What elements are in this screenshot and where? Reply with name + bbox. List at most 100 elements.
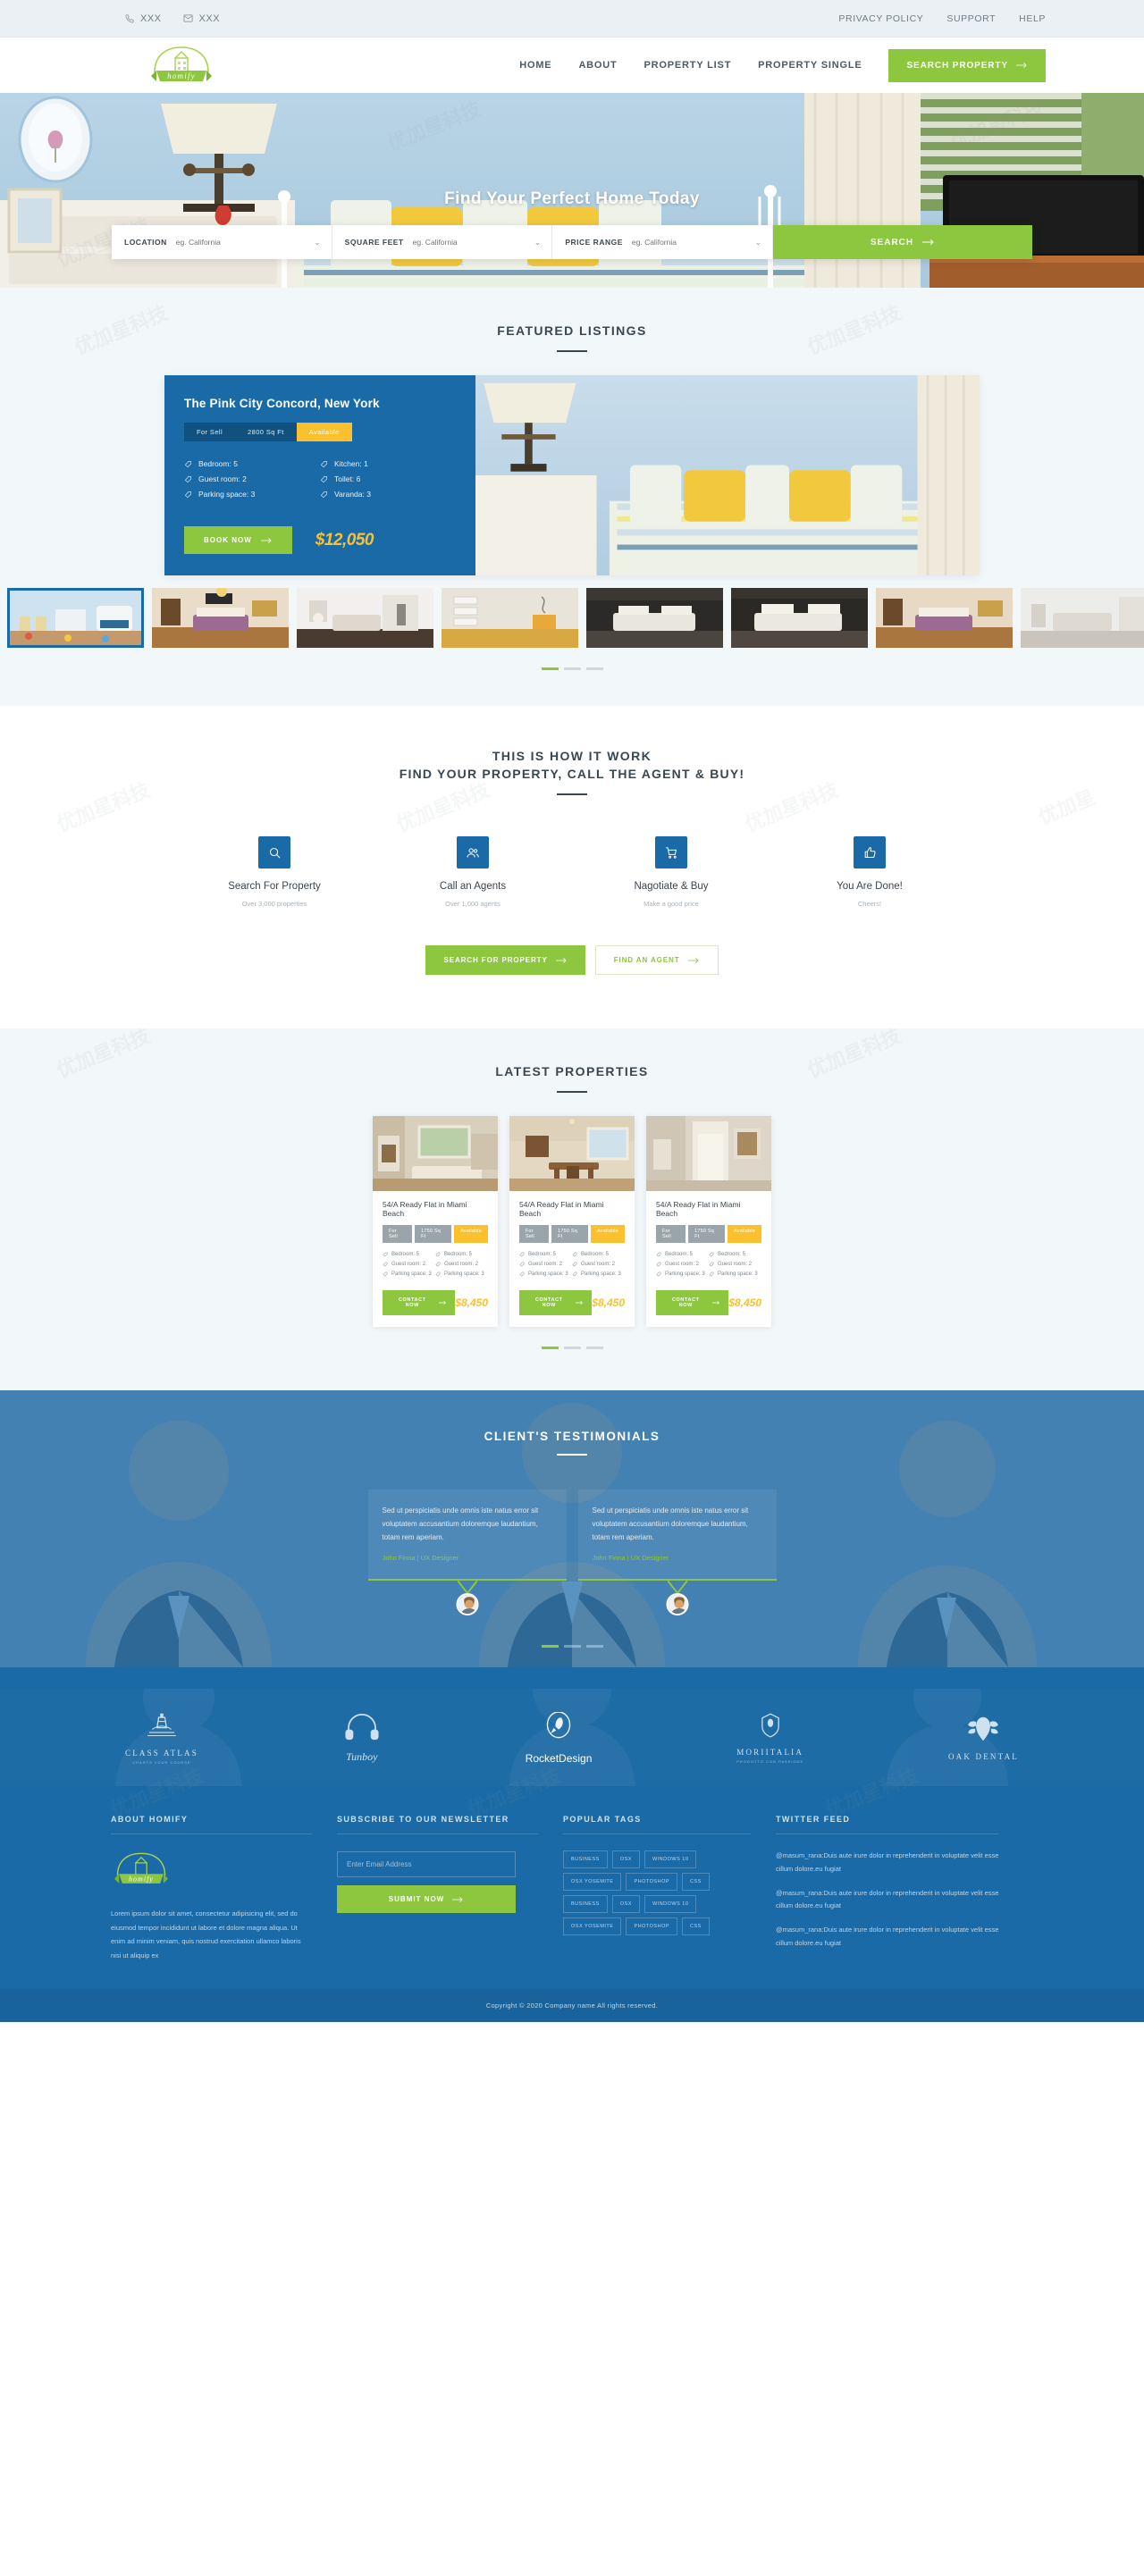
tag-item[interactable]: OSX (611, 1895, 640, 1914)
brand-class-atlas[interactable]: CLASS ATLAS CHARTS YOUR COURSE (125, 1712, 198, 1765)
pagination-dot[interactable] (585, 1347, 603, 1349)
property-card[interactable]: 54/A Ready Flat in Miami Beach For Sell … (646, 1116, 771, 1327)
pagination-dot[interactable] (541, 667, 559, 670)
how-it-works-title: THIS IS HOW IT WORK (492, 749, 652, 763)
link-privacy-policy[interactable]: PRIVACY POLICY (838, 13, 923, 24)
search-input-square-feet[interactable] (412, 238, 540, 247)
tag-item[interactable]: PHOTOSHOP (626, 1917, 678, 1936)
thumbnail-item[interactable] (7, 588, 144, 648)
nav-home[interactable]: HOME (519, 60, 551, 71)
book-now-label: BOOK NOW (204, 536, 252, 544)
tweet-item[interactable]: @masum_rana:Duis aute irure dolor in rep… (776, 1850, 999, 1875)
contact-now-button[interactable]: CONTACT NOW (383, 1290, 456, 1315)
thumbnail-item[interactable] (731, 588, 868, 648)
link-help[interactable]: HELP (1019, 13, 1046, 24)
property-name: 54/A Ready Flat in Miami Beach (656, 1200, 741, 1218)
tag-icon (435, 1252, 441, 1257)
featured-listing-name: The Pink City Concord, New York (184, 397, 380, 410)
tag-item[interactable]: WINDOWS 10 (644, 1895, 697, 1914)
pagination-dot[interactable] (563, 1645, 581, 1649)
spec-bedroom: Bedroom: 5 (435, 1252, 488, 1257)
step-title: You Are Done! (837, 881, 903, 892)
book-now-button[interactable]: BOOK NOW (184, 526, 292, 554)
featured-pills: For Sell 2800 Sq Ft Available (184, 423, 456, 441)
tag-item[interactable]: BUSINESS (563, 1850, 608, 1869)
topbar-phone[interactable]: XXX (125, 13, 162, 24)
logo[interactable]: homify (132, 42, 231, 88)
contact-now-button[interactable]: CONTACT NOW (656, 1290, 729, 1315)
topbar-email[interactable]: XXX (183, 13, 221, 24)
brand-tunboy[interactable]: Tunboy (343, 1713, 381, 1764)
contact-now-button[interactable]: CONTACT NOW (519, 1290, 593, 1315)
brand-moriitalia[interactable]: MORIITALIA PRODOTTO CON PASSIONE (736, 1713, 803, 1764)
spec-bedroom: Bedroom: 5 (184, 459, 320, 468)
newsletter-email-input[interactable] (337, 1851, 516, 1878)
testimonials-section: CLIENT'S TESTIMONIALS Sed ut perspiciati… (0, 1390, 1144, 1690)
arrow-right-icon (575, 1301, 583, 1305)
thumbnail-item[interactable] (152, 588, 289, 648)
pagination-dot[interactable] (585, 667, 603, 670)
copyright-bar: Copyright © 2020 Company name All rights… (0, 1988, 1144, 2022)
property-card[interactable]: 54/A Ready Flat in Miami Beach For Sell … (509, 1116, 635, 1327)
search-property-button[interactable]: SEARCH PROPERTY (888, 48, 1046, 82)
spec-guest-room: Guest room: 2 (572, 1262, 625, 1267)
tag-icon (184, 460, 191, 467)
pagination-dot[interactable] (585, 1645, 603, 1649)
search-field-square-feet[interactable]: SQUARE FEET ⌄ (332, 225, 553, 259)
thumbnail-item[interactable] (586, 588, 723, 648)
search-field-location[interactable]: LOCATION ⌄ (112, 225, 332, 259)
step-title: Nagotiate & Buy (634, 881, 709, 892)
tag-icon (572, 1252, 577, 1257)
find-an-agent-button[interactable]: FIND AN AGENT (594, 945, 719, 975)
property-photo (373, 1116, 498, 1191)
spec-parking-space: Parking space: 3 (656, 1271, 709, 1277)
nav-property-single[interactable]: PROPERTY SINGLE (758, 60, 862, 71)
property-body: 54/A Ready Flat in Miami Beach For Sell … (509, 1191, 635, 1327)
pill-for-sell: For Sell (656, 1225, 686, 1243)
tag-item[interactable]: OSX YOSEMITE (563, 1873, 622, 1892)
tweet-item[interactable]: @masum_rana:Duis aute irure dolor in rep… (776, 1924, 999, 1950)
search-input-price-range[interactable] (631, 238, 761, 247)
footer-logo[interactable]: homify (111, 1849, 312, 1894)
thumbnail-item[interactable] (1021, 588, 1144, 648)
property-card[interactable]: 54/A Ready Flat in Miami Beach For Sell … (373, 1116, 498, 1327)
tag-item[interactable]: OSX YOSEMITE (563, 1917, 622, 1936)
spec-bedroom: Bedroom: 5 (519, 1252, 572, 1257)
arrow-right-icon (438, 1301, 446, 1305)
hero-section: 优加星科技 优加星科技 优加星科技 Find Your Perfect Home… (0, 93, 1144, 288)
tag-item[interactable]: CSS (682, 1917, 710, 1936)
pagination-dot[interactable] (563, 667, 581, 670)
spec-parking-space: Parking space: 3 (519, 1271, 572, 1277)
submit-now-label: SUBMIT NOW (388, 1895, 445, 1904)
submit-now-button[interactable]: SUBMIT NOW (337, 1885, 516, 1914)
tag-icon (383, 1262, 388, 1267)
thumbnail-item[interactable] (442, 588, 578, 648)
tag-item[interactable]: BUSINESS (563, 1895, 608, 1914)
footer-twitter-column: TWITTER FEED @masum_rana:Duis aute irure… (776, 1815, 999, 1962)
nav-property-list[interactable]: PROPERTY LIST (644, 60, 732, 71)
tag-item[interactable]: WINDOWS 10 (644, 1850, 697, 1869)
tag-item[interactable]: OSX (611, 1850, 640, 1869)
hero-search-button[interactable]: SEARCH (773, 225, 1033, 259)
thumbnail-item[interactable] (297, 588, 433, 648)
property-footer: CONTACT NOW $8,450 (383, 1290, 488, 1315)
thumbnail-item[interactable] (876, 588, 1013, 648)
tag-item[interactable]: PHOTOSHOP (626, 1873, 678, 1892)
testimonial-item: Sed ut perspiciatis unde omnis iste natu… (577, 1489, 777, 1616)
link-support[interactable]: SUPPORT (946, 13, 996, 24)
pagination-dot[interactable] (541, 1347, 559, 1349)
spec-parking-space: Parking space: 3 (184, 490, 320, 499)
brand-rocketdesign[interactable]: RocketDesign (526, 1711, 592, 1765)
search-input-location[interactable] (175, 238, 319, 247)
pagination-dot[interactable] (541, 1645, 559, 1649)
nav-about[interactable]: ABOUT (578, 60, 617, 71)
search-field-price-range[interactable]: PRICE RANGE ⌄ (552, 225, 774, 259)
brand-oak-dental[interactable]: OAK DENTAL (948, 1716, 1019, 1761)
chevron-down-icon: ⌄ (314, 237, 321, 247)
tag-item[interactable]: CSS (682, 1873, 710, 1892)
pagination-dot[interactable] (563, 1347, 581, 1349)
footer-newsletter-heading: SUBSCRIBE TO OUR NEWSLETTER (337, 1815, 538, 1835)
tweet-item[interactable]: @masum_rana:Duis aute irure dolor in rep… (776, 1887, 999, 1913)
search-for-property-button[interactable]: SEARCH FOR PROPERTY (425, 945, 585, 975)
svg-text:homify: homify (129, 1875, 154, 1884)
